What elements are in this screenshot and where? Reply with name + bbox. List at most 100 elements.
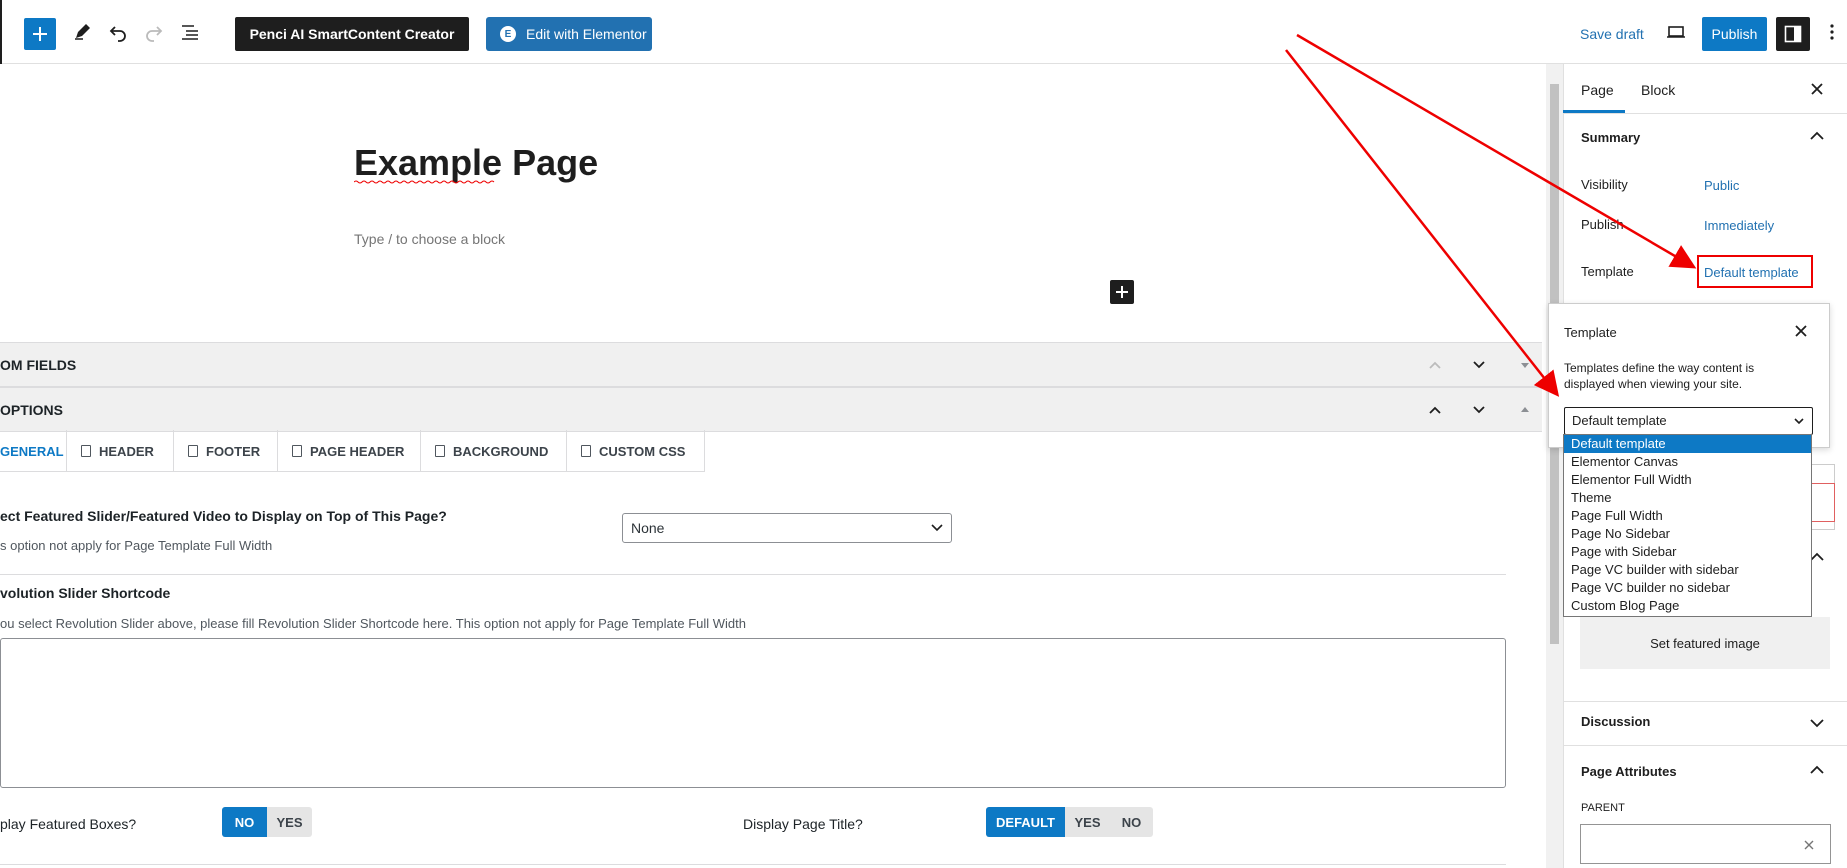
chevron-down-icon[interactable] [1810,718,1824,728]
tab-background[interactable]: BACKGROUND [421,430,567,472]
chevron-down-icon [931,524,943,532]
move-down-button[interactable] [1469,400,1489,420]
page-title-default[interactable]: DEFAULT [986,807,1065,837]
options-menu-button[interactable] [1816,16,1847,48]
move-up-button[interactable] [1425,400,1445,420]
move-up-button[interactable] [1425,355,1445,375]
featured-slider-select[interactable]: None [622,513,952,543]
editor-scrollbar[interactable] [1546,64,1563,868]
document-icon [292,445,302,457]
document-icon [81,445,91,457]
tab-header[interactable]: HEADER [67,430,174,472]
add-block-button[interactable] [24,18,56,50]
document-icon [435,445,445,457]
page-title-no[interactable]: NO [1110,807,1153,837]
featured-slider-help: s option not apply for Page Template Ful… [0,538,273,553]
undo-icon [109,26,126,42]
inline-add-block-button[interactable] [1110,280,1134,304]
publish-button[interactable]: Publish [1702,17,1767,51]
dropdown-option[interactable]: Custom Blog Page [1564,597,1811,615]
divider [1564,113,1847,114]
page-title-toggle[interactable]: DEFAULT YES NO [986,807,1153,837]
tab-page-header[interactable]: PAGE HEADER [278,430,421,472]
tab-custom-css[interactable]: CUSTOM CSS [567,430,705,472]
page-attributes-title[interactable]: Page Attributes [1581,764,1677,779]
dropdown-option[interactable]: Page Full Width [1564,507,1811,525]
options-tabs: GENERAL HEADER FOOTER PAGE HEADER BACKGR… [0,430,705,472]
dropdown-option[interactable]: Theme [1564,489,1811,507]
redo-button[interactable] [138,16,170,48]
spellcheck-underline [354,180,495,184]
template-dropdown-list[interactable]: Default template Elementor Canvas Elemen… [1563,434,1812,617]
close-icon[interactable] [1810,82,1824,96]
chevron-up-icon[interactable] [1810,131,1824,141]
plus-icon [1116,286,1128,298]
settings-toggle-button[interactable] [1776,17,1810,51]
parent-input[interactable] [1580,824,1831,864]
custom-fields-title: OM FIELDS [0,357,77,373]
rev-slider-label: volution Slider Shortcode [0,585,171,601]
custom-fields-metabox-header[interactable]: OM FIELDS [0,342,1542,387]
preview-button[interactable] [1660,16,1692,48]
page-title-label: Display Page Title? [743,816,863,832]
top-toolbar: Penci AI SmartContent Creator E Edit wit… [0,0,1847,64]
chevron-down-icon [1794,418,1804,425]
rev-slider-help: ou select Revolution Slider above, pleas… [0,616,746,631]
set-featured-image-button[interactable]: Set featured image [1580,617,1830,669]
template-popover: Template Templates define the way conten… [1548,303,1830,448]
tab-block[interactable]: Block [1641,82,1675,98]
popover-description-line2: displayed when viewing your site. [1564,377,1743,391]
divider [1564,701,1847,702]
clear-icon[interactable] [1803,839,1815,851]
tab-page[interactable]: Page [1581,82,1614,98]
tools-button[interactable] [66,16,98,48]
redo-icon [146,26,163,42]
page-title-yes[interactable]: YES [1065,807,1110,837]
move-down-button[interactable] [1469,355,1489,375]
left-edge [0,0,2,64]
featured-boxes-toggle[interactable]: NO YES [222,807,312,837]
visibility-value[interactable]: Public [1704,178,1739,193]
template-label: Template [1581,264,1634,279]
template-select-value: Default template [1572,413,1667,428]
close-icon[interactable] [1794,324,1808,338]
featured-slider-value: None [631,520,665,536]
chevron-down-icon [1473,361,1485,369]
page-title[interactable]: Example Page [354,142,598,184]
edit-with-elementor-button[interactable]: E Edit with Elementor [486,17,652,51]
chevron-up-icon[interactable] [1810,552,1824,562]
dropdown-option[interactable]: Default template [1564,435,1811,453]
triangle-down-icon [1521,363,1529,368]
dropdown-option[interactable]: Elementor Full Width [1564,471,1811,489]
discussion-title[interactable]: Discussion [1581,714,1650,729]
block-placeholder[interactable]: Type / to choose a block [354,231,505,247]
tab-footer[interactable]: FOOTER [174,430,278,472]
featured-boxes-yes[interactable]: YES [267,807,312,837]
publish-label: Publish [1581,217,1624,232]
annotation-highlight [1697,255,1813,288]
chevron-down-icon [1473,406,1485,414]
dropdown-option[interactable]: Page VC builder with sidebar [1564,561,1811,579]
list-view-icon [182,25,198,40]
template-select[interactable]: Default template [1564,407,1813,435]
rev-slider-shortcode-textarea[interactable] [0,638,1506,788]
chevron-up-icon[interactable] [1810,765,1824,775]
publish-value[interactable]: Immediately [1704,218,1774,233]
options-metabox-header[interactable]: OPTIONS [0,387,1542,432]
document-overview-button[interactable] [174,16,206,48]
summary-title[interactable]: Summary [1581,130,1640,145]
save-draft-button[interactable]: Save draft [1580,26,1644,42]
toggle-panel-button[interactable] [1515,400,1535,420]
pencil-icon [75,24,90,40]
elementor-icon: E [500,26,516,42]
popover-description-line1: Templates define the way content is [1564,361,1755,375]
ai-content-creator-button[interactable]: Penci AI SmartContent Creator [235,17,469,51]
dropdown-option[interactable]: Elementor Canvas [1564,453,1811,471]
dropdown-option[interactable]: Page VC builder no sidebar [1564,579,1811,597]
undo-button[interactable] [102,16,134,48]
dropdown-option[interactable]: Page with Sidebar [1564,543,1811,561]
featured-boxes-no[interactable]: NO [222,807,267,837]
toggle-panel-button[interactable] [1515,355,1535,375]
dropdown-option[interactable]: Page No Sidebar [1564,525,1811,543]
tab-general[interactable]: GENERAL [0,430,67,472]
